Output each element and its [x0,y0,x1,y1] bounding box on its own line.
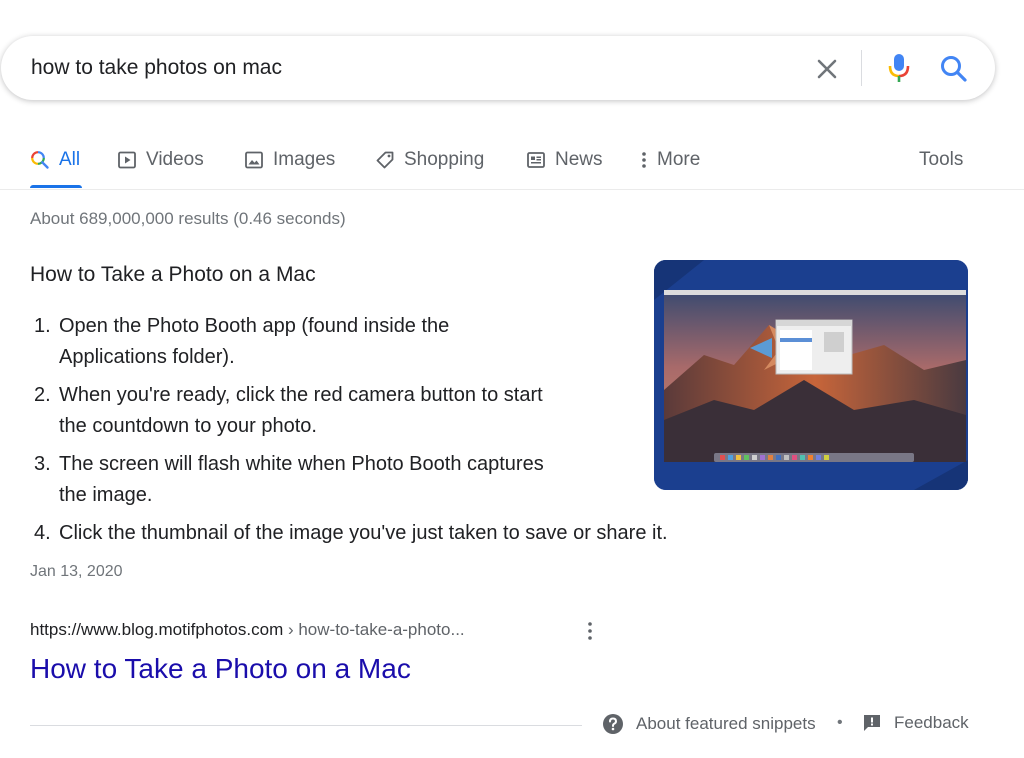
active-tab-indicator [30,185,82,188]
newspaper-icon [527,152,545,168]
search-icon [941,56,967,82]
step-text-continued: the countdown to your photo. [59,415,317,437]
search-tabs: All Videos Images Shopping News More Too… [0,140,1024,190]
footer-separator: • [837,714,843,731]
list-item: 1. Open the Photo Booth app (found insid… [34,311,668,373]
mac-desktop-image [654,260,968,490]
tab-more[interactable]: More [640,145,700,175]
search-input[interactable]: how to take photos on mac [31,56,282,80]
image-icon [245,151,263,169]
feedback-link[interactable]: Feedback [862,713,969,733]
step-number: 1. [34,315,51,337]
result-title-link[interactable]: How to Take a Photo on a Mac [30,653,411,685]
play-icon [118,151,136,169]
tabs-divider [0,189,1024,190]
search-bar[interactable]: how to take photos on mac [1,36,995,100]
snippet-title: How to Take a Photo on a Mac [30,263,316,286]
tab-label: Images [273,149,336,170]
close-icon [817,59,837,79]
search-icon [31,151,49,169]
footer-divider [30,725,582,726]
tools-label: Tools [919,149,964,170]
list-item: 2. When you're ready, click the red came… [34,380,668,442]
step-number: 3. [34,453,51,475]
vertical-dots-icon [588,622,592,640]
result-path: › how-to-take-a-photo... [283,620,465,639]
feedback-label: Feedback [894,713,969,732]
tab-videos[interactable]: Videos [117,145,204,175]
about-featured-snippets-link[interactable]: About featured snippets [602,713,816,735]
snippet-date: Jan 13, 2020 [30,563,123,580]
result-url: https://www.blog.motifphotos.com [30,620,284,639]
step-text: Click the thumbnail of the image you've … [59,522,668,544]
result-menu-button[interactable] [582,620,598,642]
tab-label: All [59,149,81,170]
step-text: The screen will flash white when Photo B… [59,453,544,475]
step-text-continued: the image. [59,484,153,506]
list-item: 3. The screen will flash white when Phot… [34,449,668,511]
tab-images[interactable]: Images [244,145,335,175]
help-icon [603,714,623,734]
tab-all[interactable]: All [30,145,80,175]
search-divider [861,50,862,86]
feedback-icon [864,715,880,731]
step-text: When you're ready, click the red camera … [59,384,543,406]
result-cite: https://www.blog.motifphotos.com › how-t… [30,620,465,640]
tab-label: News [555,149,603,170]
step-number: 2. [34,384,51,406]
tools-button[interactable]: Tools [919,145,963,175]
step-number: 4. [34,522,51,544]
tag-icon [376,151,394,169]
vertical-dots-icon [642,152,646,168]
about-label: About featured snippets [636,714,816,733]
step-text-continued: Applications folder). [59,346,235,368]
tab-news[interactable]: News [526,145,603,175]
list-item: 4. Click the thumbnail of the image you'… [34,518,668,549]
snippet-thumbnail[interactable] [654,260,968,490]
microphone-icon [888,54,910,82]
search-button[interactable] [939,54,969,84]
step-text: Open the Photo Booth app (found inside t… [59,315,450,337]
tab-label: Shopping [404,149,485,170]
tab-label: Videos [146,149,204,170]
tab-shopping[interactable]: Shopping [375,145,484,175]
result-stats: About 689,000,000 results (0.46 seconds) [30,209,346,228]
clear-button[interactable] [813,55,841,83]
tab-label: More [657,149,701,170]
voice-search-button[interactable] [885,52,913,84]
snippet-steps: 1. Open the Photo Booth app (found insid… [34,311,668,556]
